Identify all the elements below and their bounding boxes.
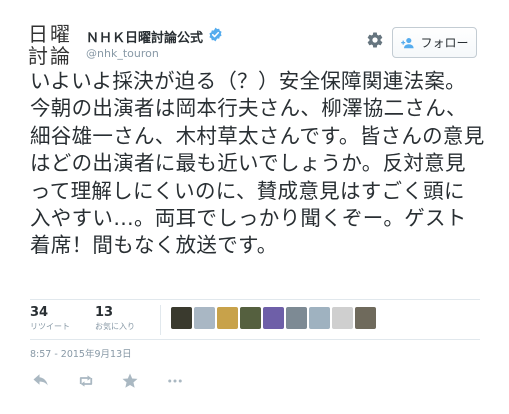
retweet-button[interactable] — [77, 372, 95, 390]
favorite-stat[interactable]: 13 お気に入り — [95, 305, 135, 334]
tweet-card: 日 曜 討 論 ＮＨＫ日曜討論公式 @nhk_touron フォロー いよいよ採… — [0, 0, 509, 414]
favoriter-avatar-2[interactable] — [194, 307, 215, 329]
favoriter-avatar-8[interactable] — [332, 307, 353, 329]
account-name[interactable]: ＮＨＫ日曜討論公式 — [86, 27, 203, 46]
stats-divider-top — [30, 299, 480, 300]
favoriter-avatar-5[interactable] — [263, 307, 284, 329]
favorite-count: 13 — [95, 305, 114, 320]
more-button[interactable] — [166, 372, 184, 390]
avatar-char-1: 日 — [28, 22, 48, 46]
tweet-timestamp[interactable]: 8:57 - 2015年9月13日 — [30, 346, 132, 360]
retweet-stat[interactable]: 34 リツイート — [30, 305, 70, 334]
account-avatar[interactable]: 日 曜 討 論 — [27, 21, 73, 67]
avatar-char-2: 曜 — [50, 22, 70, 46]
avatar-char-3: 討 — [28, 44, 48, 67]
reply-icon — [33, 374, 48, 386]
follow-person-icon — [401, 37, 415, 48]
verified-badge-icon — [209, 27, 222, 42]
retweet-count: 34 — [30, 305, 49, 320]
stats-divider-bottom — [30, 339, 480, 340]
avatar-char-4: 論 — [50, 44, 70, 67]
follow-button[interactable]: フォロー — [392, 27, 477, 58]
favoriter-avatar-7[interactable] — [309, 307, 330, 329]
more-options-icon — [168, 379, 182, 383]
favoriter-avatar-1[interactable] — [171, 307, 192, 329]
stats-vertical-divider — [160, 305, 161, 335]
favorite-label: お気に入り — [95, 322, 135, 331]
favoriter-avatar-9[interactable] — [355, 307, 376, 329]
favoriter-avatar-4[interactable] — [240, 307, 261, 329]
favoriters-avatars — [171, 307, 376, 329]
account-handle[interactable]: @nhk_touron — [86, 47, 159, 60]
reply-button[interactable] — [32, 372, 50, 390]
favorite-button[interactable] — [121, 372, 139, 390]
gear-icon[interactable] — [366, 31, 384, 49]
favorite-star-icon — [122, 373, 138, 388]
favoriter-avatar-6[interactable] — [286, 307, 307, 329]
follow-label: フォロー — [420, 36, 469, 50]
tweet-text: いよいよ採決が迫る（？）安全保障関連法案。今朝の出演者は岡本行夫さん、柳澤協二さ… — [30, 69, 485, 258]
favoriter-avatar-3[interactable] — [217, 307, 238, 329]
retweet-icon — [79, 375, 93, 387]
retweet-label: リツイート — [30, 322, 70, 331]
